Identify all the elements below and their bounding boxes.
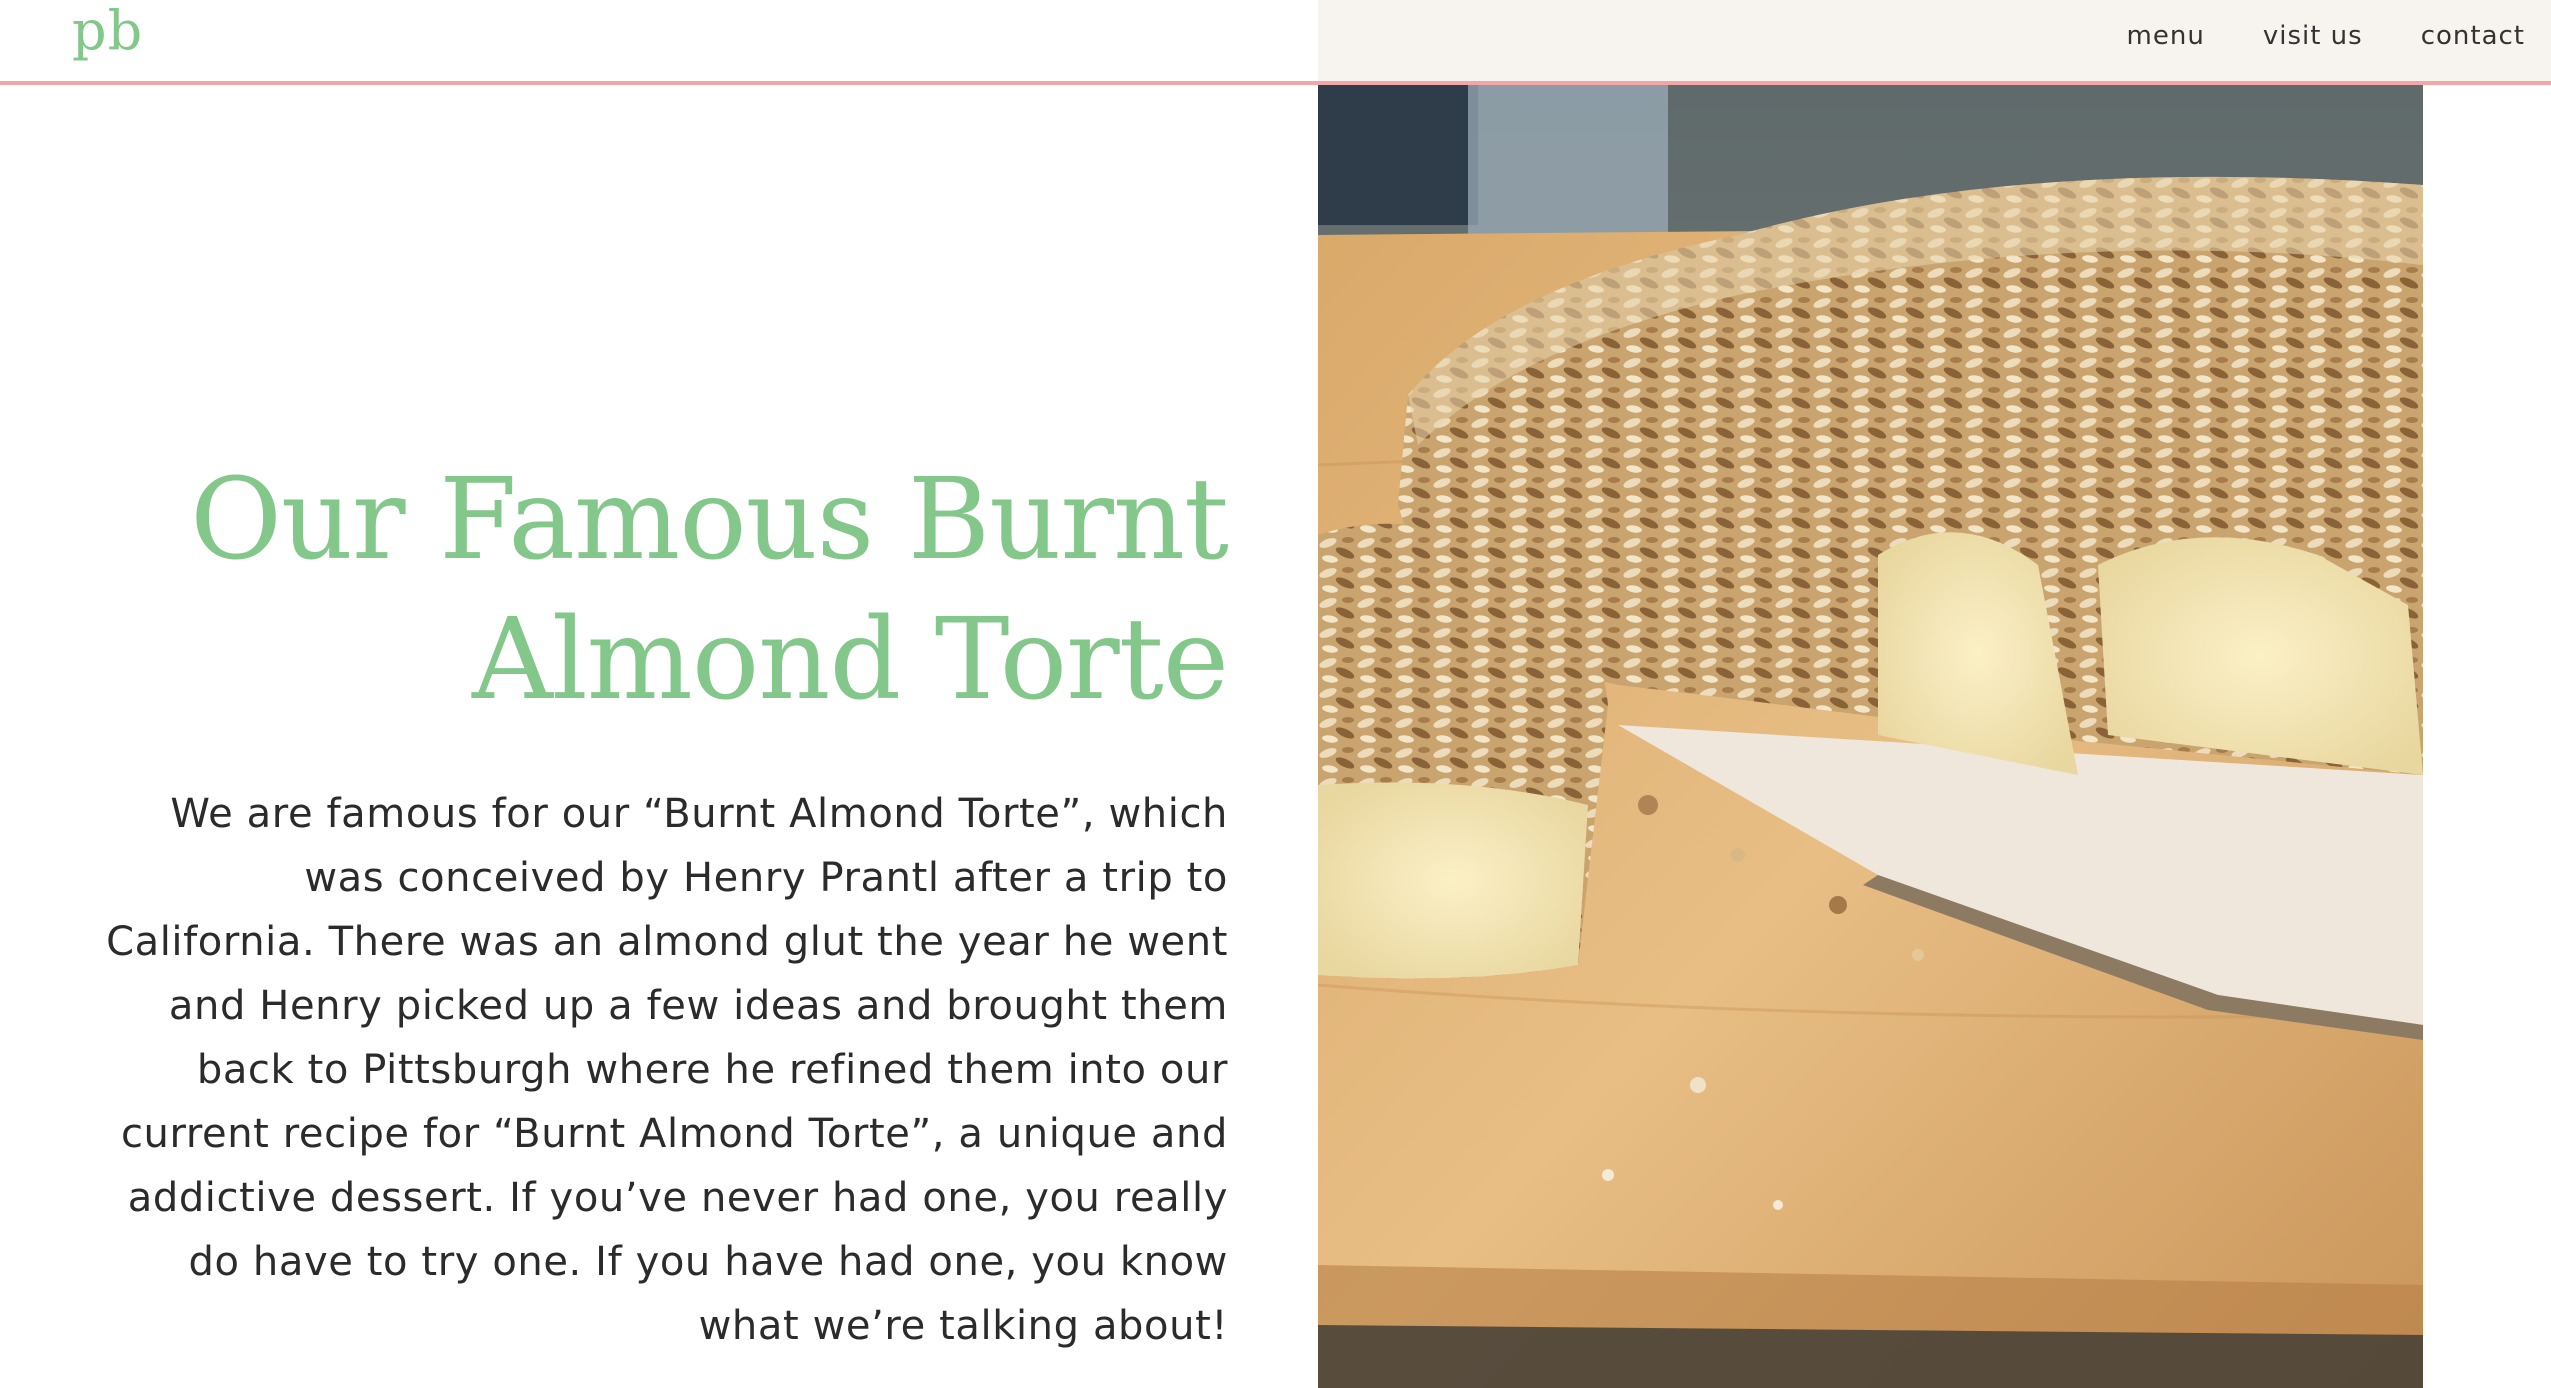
hero-title-line-1: Our Famous Burnt	[190, 455, 1229, 585]
hero-text-block: Our Famous Burnt Almond Torte We are fam…	[100, 450, 1229, 1358]
nav-contact-link[interactable]: contact	[2421, 18, 2525, 54]
hero-title-line-2: Almond Torte	[471, 595, 1229, 725]
almond-torte-photo	[1318, 85, 2423, 1388]
logo[interactable]: pb	[72, 4, 143, 58]
nav-menu-link[interactable]: menu	[2127, 18, 2205, 54]
hero-description: We are famous for our “Burnt Almond Tort…	[106, 791, 1228, 1349]
hero-title: Our Famous Burnt Almond Torte	[100, 450, 1229, 730]
main-nav: menu visit us contact	[2127, 18, 2525, 54]
site-header: pb menu visit us contact	[0, 0, 2551, 85]
nav-visit-us-link[interactable]: visit us	[2263, 18, 2363, 54]
